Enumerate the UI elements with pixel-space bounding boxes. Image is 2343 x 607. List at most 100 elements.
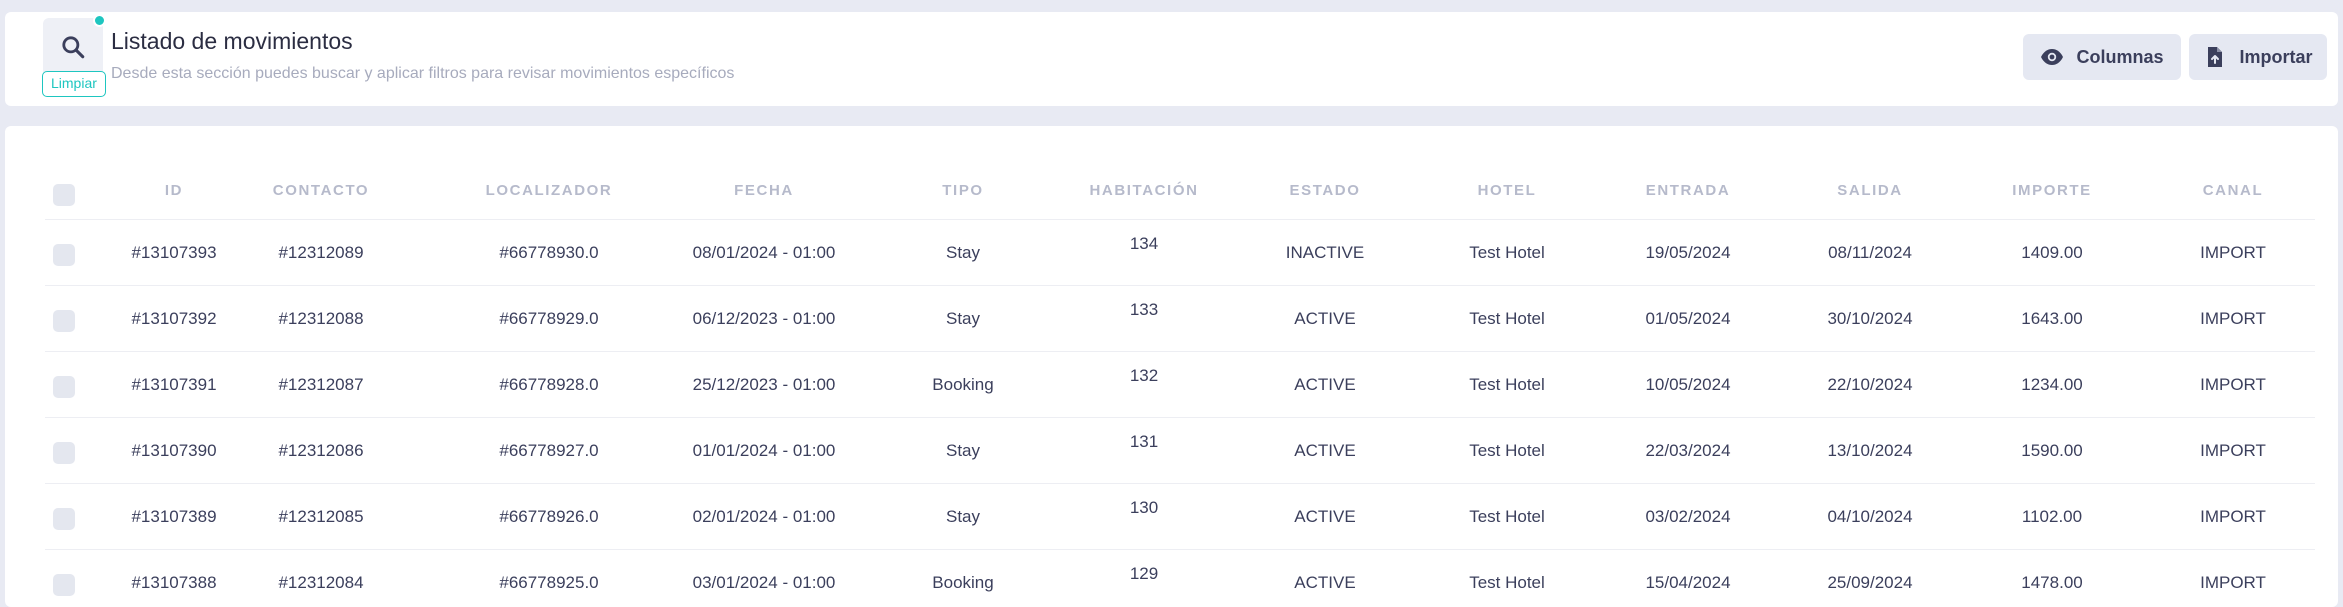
cell-entrada: 15/04/2024: [1645, 572, 1731, 592]
column-header-fecha[interactable]: FECHA: [734, 162, 794, 219]
column-header-salida[interactable]: SALIDA: [1837, 162, 1902, 219]
cell-entrada: 01/05/2024: [1645, 308, 1731, 328]
row-checkbox[interactable]: [53, 376, 75, 398]
eye-icon: [2041, 49, 2064, 65]
cell-entrada: 19/05/2024: [1645, 242, 1731, 262]
row-checkbox[interactable]: [53, 508, 75, 530]
table-row[interactable]: #13107390 #12312086 #66778927.0 01/01/20…: [45, 418, 2315, 484]
table-row[interactable]: #13107391 #12312087 #66778928.0 25/12/20…: [45, 352, 2315, 418]
cell-tipo: Stay: [945, 308, 981, 328]
row-checkbox[interactable]: [53, 310, 75, 332]
cell-canal: IMPORT: [2200, 374, 2266, 394]
cell-localizador: #66778929.0: [499, 308, 599, 328]
cell-importe: 1409.00: [2021, 242, 2083, 262]
page-header: Limpiar Listado de movimientos Desde est…: [5, 12, 2338, 106]
table-row[interactable]: #13107388 #12312084 #66778925.0 03/01/20…: [45, 550, 2315, 607]
cell-hotel: Test Hotel: [1469, 374, 1545, 394]
search-toggle-button[interactable]: [43, 18, 103, 76]
active-filter-indicator: [93, 14, 106, 27]
cell-id: #13107389: [131, 506, 217, 526]
cell-contacto: #12312084: [278, 572, 364, 592]
cell-id: #13107390: [131, 440, 217, 460]
table-row[interactable]: #13107389 #12312085 #66778926.0 02/01/20…: [45, 484, 2315, 550]
column-header-hotel[interactable]: HOTEL: [1478, 162, 1537, 219]
column-header-tipo[interactable]: TIPO: [942, 162, 983, 219]
column-header-contacto[interactable]: CONTACTO: [273, 162, 369, 219]
cell-habitacion: 133: [1129, 300, 1159, 319]
column-header-habitacion[interactable]: HABITACIÓN: [1089, 162, 1198, 219]
file-upload-icon: [2208, 47, 2223, 67]
cell-estado: ACTIVE: [1294, 440, 1356, 460]
cell-salida: 22/10/2024: [1827, 374, 1913, 394]
cell-entrada: 03/02/2024: [1645, 506, 1731, 526]
cell-localizador: #66778928.0: [499, 374, 599, 394]
cell-habitacion: 130: [1129, 498, 1159, 517]
cell-contacto: #12312087: [278, 374, 364, 394]
cell-fecha: 02/01/2024 - 01:00: [692, 506, 836, 526]
cell-canal: IMPORT: [2200, 506, 2266, 526]
cell-importe: 1478.00: [2021, 572, 2083, 592]
cell-canal: IMPORT: [2200, 242, 2266, 262]
cell-salida: 13/10/2024: [1827, 440, 1913, 460]
cell-entrada: 10/05/2024: [1645, 374, 1731, 394]
cell-tipo: Stay: [945, 242, 981, 262]
column-header-canal[interactable]: CANAL: [2203, 162, 2264, 219]
cell-contacto: #12312089: [278, 242, 364, 262]
cell-salida: 25/09/2024: [1827, 572, 1913, 592]
cell-localizador: #66778930.0: [499, 242, 599, 262]
cell-id: #13107392: [131, 308, 217, 328]
movements-table: ID CONTACTO LOCALIZADOR FECHA TIPO HABIT…: [5, 126, 2338, 607]
clear-filters-button[interactable]: Limpiar: [42, 71, 106, 97]
table-row[interactable]: #13107392 #12312088 #66778929.0 06/12/20…: [45, 286, 2315, 352]
cell-localizador: #66778926.0: [499, 506, 599, 526]
cell-fecha: 06/12/2023 - 01:00: [692, 308, 836, 328]
cell-localizador: #66778925.0: [499, 572, 599, 592]
cell-hotel: Test Hotel: [1469, 440, 1545, 460]
cell-habitacion: 129: [1129, 564, 1159, 583]
cell-tipo: Stay: [945, 440, 981, 460]
cell-estado: ACTIVE: [1294, 374, 1356, 394]
cell-fecha: 03/01/2024 - 01:00: [692, 572, 836, 592]
column-header-localizador[interactable]: LOCALIZADOR: [486, 162, 613, 219]
column-header-id[interactable]: ID: [165, 162, 183, 219]
cell-importe: 1234.00: [2021, 374, 2083, 394]
search-icon: [62, 36, 85, 59]
page-subtitle: Desde esta sección puedes buscar y aplic…: [111, 65, 735, 82]
cell-habitacion: 131: [1129, 432, 1159, 451]
cell-fecha: 25/12/2023 - 01:00: [692, 374, 836, 394]
import-button[interactable]: Importar: [2189, 34, 2327, 80]
cell-salida: 04/10/2024: [1827, 506, 1913, 526]
cell-hotel: Test Hotel: [1469, 242, 1545, 262]
cell-hotel: Test Hotel: [1469, 308, 1545, 328]
cell-canal: IMPORT: [2200, 308, 2266, 328]
row-checkbox[interactable]: [53, 574, 75, 596]
table-header-row: ID CONTACTO LOCALIZADOR FECHA TIPO HABIT…: [45, 162, 2315, 220]
cell-habitacion: 134: [1129, 234, 1159, 253]
cell-estado: ACTIVE: [1294, 308, 1356, 328]
select-all-checkbox[interactable]: [53, 184, 75, 206]
cell-importe: 1102.00: [2021, 506, 2083, 526]
cell-estado: INACTIVE: [1285, 242, 1365, 262]
cell-estado: ACTIVE: [1294, 506, 1356, 526]
table-row[interactable]: #13107393 #12312089 #66778930.0 08/01/20…: [45, 220, 2315, 286]
cell-salida: 08/11/2024: [1828, 242, 1912, 262]
columns-button-label: Columnas: [2076, 46, 2164, 67]
import-button-label: Importar: [2239, 46, 2313, 67]
row-checkbox[interactable]: [53, 244, 75, 266]
cell-fecha: 01/01/2024 - 01:00: [692, 440, 836, 460]
column-header-importe[interactable]: IMPORTE: [2012, 162, 2092, 219]
cell-tipo: Booking: [932, 572, 994, 592]
cell-entrada: 22/03/2024: [1645, 440, 1731, 460]
columns-button[interactable]: Columnas: [2023, 34, 2181, 80]
cell-hotel: Test Hotel: [1469, 572, 1545, 592]
row-checkbox[interactable]: [53, 442, 75, 464]
cell-estado: ACTIVE: [1294, 572, 1356, 592]
cell-importe: 1590.00: [2021, 440, 2083, 460]
column-header-estado[interactable]: ESTADO: [1290, 162, 1361, 219]
cell-id: #13107388: [131, 572, 217, 592]
cell-importe: 1643.00: [2021, 308, 2083, 328]
page-title: Listado de movimientos: [111, 28, 353, 54]
column-header-entrada[interactable]: ENTRADA: [1646, 162, 1731, 219]
cell-localizador: #66778927.0: [499, 440, 599, 460]
cell-contacto: #12312086: [278, 440, 364, 460]
